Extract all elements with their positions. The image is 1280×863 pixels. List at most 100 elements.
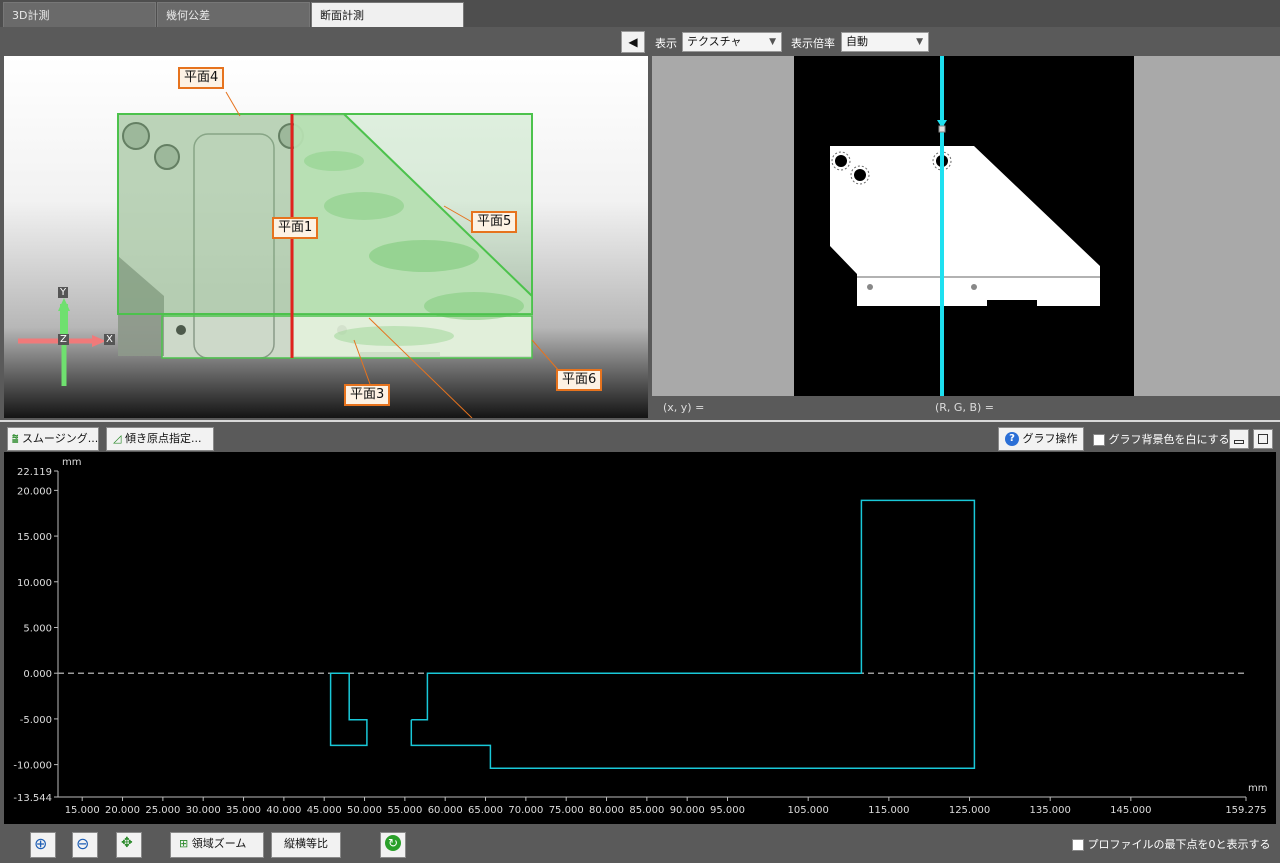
x-tick-label: 70.000	[508, 805, 543, 816]
leader-line	[225, 91, 241, 117]
smoothing-icon: ⩰	[12, 432, 19, 445]
zoom-out-button[interactable]: ⊖	[72, 832, 98, 858]
profile-graph[interactable]: mm mm 22.119 20.000 15.000 10.000 5.000 0.000 -5…	[4, 452, 1276, 824]
minimize-icon	[1234, 440, 1244, 444]
tilt-icon: ◿	[113, 432, 122, 445]
zoom-label: 表示倍率	[791, 37, 835, 50]
profile-series-2[interactable]	[410, 499, 976, 770]
y-tick-label: 10.000	[17, 578, 52, 589]
x-tick-label: 30.000	[186, 805, 221, 816]
white-bg-option[interactable]: グラフ背景色を白にする	[1093, 431, 1230, 447]
display-mode-value: テクスチャ	[687, 35, 742, 48]
tab-bar: 3D計測 幾何公差 断面計測	[0, 0, 1280, 27]
x-tick-label: 35.000	[226, 805, 261, 816]
x-tick-label: 80.000	[589, 805, 624, 816]
y-tick-label: -13.544	[13, 793, 52, 804]
smoothing-label: スムージング...	[21, 432, 99, 445]
x-tick-label: 25.000	[145, 805, 180, 816]
y-tick-label: 20.000	[17, 486, 52, 497]
tab-section-measure[interactable]: 断面計測	[311, 2, 464, 27]
restore-graph-button[interactable]	[1253, 429, 1273, 449]
graph-operation-button[interactable]: ? グラフ操作	[998, 427, 1084, 451]
hole-mark	[835, 155, 847, 167]
graph-operation-label: グラフ操作	[1022, 432, 1078, 445]
zoom-in-icon: ⊕	[34, 834, 48, 853]
y-tick-label: 5.000	[23, 623, 52, 634]
tab-label: 3D計測	[12, 9, 50, 22]
leader-line	[531, 339, 561, 373]
x-tick-label: 40.000	[266, 805, 301, 816]
status-xy: (x, y) =	[663, 401, 705, 414]
zoom-select[interactable]: 自動 ▼	[841, 32, 929, 52]
y-tick-label: 0.000	[23, 669, 52, 680]
hole-mark	[854, 169, 866, 181]
white-bg-checkbox[interactable]	[1093, 434, 1105, 446]
y-tick-label: -10.000	[13, 761, 52, 772]
cursor-handle[interactable]	[938, 125, 946, 133]
area-zoom-label: 領域ズーム	[191, 837, 247, 850]
display-label: 表示	[655, 37, 677, 50]
tab-label: 断面計測	[320, 9, 364, 22]
x-tick-label: 15.000	[65, 805, 100, 816]
x-tick-label: 105.000	[788, 805, 829, 816]
smoothing-button[interactable]: ⩰ スムージング...	[7, 427, 99, 451]
y-tick-label: 22.119	[17, 467, 52, 478]
min-zero-label: プロファイルの最下点を0と表示する	[1087, 838, 1271, 851]
fit-view-button[interactable]: ✥	[116, 832, 142, 858]
tilt-origin-label: 傾き原点指定...	[124, 432, 202, 445]
axis-x-label: X	[104, 334, 115, 345]
x-tick-label: 65.000	[468, 805, 503, 816]
x-tick-label: 50.000	[347, 805, 382, 816]
display-mode-select[interactable]: テクスチャ ▼	[682, 32, 782, 52]
fit-axes-icon: ✥	[121, 835, 133, 851]
axis-z-label: Z	[58, 334, 69, 345]
plane-label-3[interactable]: 平面3	[344, 384, 391, 406]
profile-graph-svg: mm mm 22.119 20.000 15.000 10.000 5.000 0.000 -5…	[13, 457, 1267, 816]
tab-3d-measure[interactable]: 3D計測	[3, 2, 156, 27]
chevron-down-icon: ▼	[916, 37, 923, 47]
aspect-ratio-button[interactable]: 縦横等比	[271, 832, 341, 858]
refresh-button[interactable]: ↻	[380, 832, 406, 858]
texture-image-svg	[794, 56, 1134, 396]
help-icon: ?	[1005, 432, 1019, 446]
x-tick-label: 85.000	[629, 805, 664, 816]
aspect-ratio-label: 縦横等比	[284, 837, 328, 850]
view3d-canvas[interactable]: 平面4 平面1 平面5 平面3 平面6 Y Z X	[4, 56, 648, 418]
minimize-graph-button[interactable]	[1229, 429, 1249, 449]
y-tick-label: -5.000	[20, 715, 52, 726]
plane-label-6[interactable]: 平面6	[556, 369, 603, 391]
tilt-origin-button[interactable]: ◿ 傾き原点指定...	[106, 427, 214, 451]
x-tick-label: 135.000	[1030, 805, 1071, 816]
restore-icon	[1258, 434, 1268, 444]
status-rgb: (R, G, B) =	[935, 401, 994, 414]
white-bg-label: グラフ背景色を白にする	[1108, 433, 1230, 446]
y-unit-label: mm	[62, 457, 81, 468]
image-status-bar: (x, y) = (R, G, B) =	[652, 396, 1280, 418]
min-zero-checkbox[interactable]	[1072, 839, 1084, 851]
x-tick-label: 75.000	[549, 805, 584, 816]
x-tick-label: 90.000	[670, 805, 705, 816]
x-tick-label: 95.000	[710, 805, 745, 816]
collapse-panel-button[interactable]: ◀	[621, 31, 645, 53]
min-zero-option[interactable]: プロファイルの最下点を0と表示する	[1072, 836, 1271, 852]
y-tick-label: 15.000	[17, 532, 52, 543]
x-tick-label: 145.000	[1110, 805, 1151, 816]
zoom-in-button[interactable]: ⊕	[30, 832, 56, 858]
tab-label: 幾何公差	[166, 9, 210, 22]
tab-geometric-tolerance[interactable]: 幾何公差	[157, 2, 310, 27]
x-tick-label: 60.000	[428, 805, 463, 816]
zoom-value: 自動	[846, 35, 868, 48]
x-tick-label: 115.000	[868, 805, 909, 816]
profile-series-1[interactable]	[329, 672, 368, 747]
view3d-toolbar	[4, 28, 648, 56]
plane-label-1[interactable]: 平面1	[272, 217, 319, 239]
x-tick-label: 55.000	[387, 805, 422, 816]
texture-image-view[interactable]	[652, 56, 1280, 396]
plane-label-4[interactable]: 平面4	[178, 67, 225, 89]
zoom-out-icon: ⊖	[76, 834, 90, 853]
chevron-down-icon: ▼	[769, 37, 776, 47]
plane-label-5[interactable]: 平面5	[471, 211, 518, 233]
triangle-left-icon: ◀	[628, 35, 638, 49]
axis-y-label: Y	[58, 287, 69, 298]
area-zoom-button[interactable]: ⊞ 領域ズーム	[170, 832, 264, 858]
